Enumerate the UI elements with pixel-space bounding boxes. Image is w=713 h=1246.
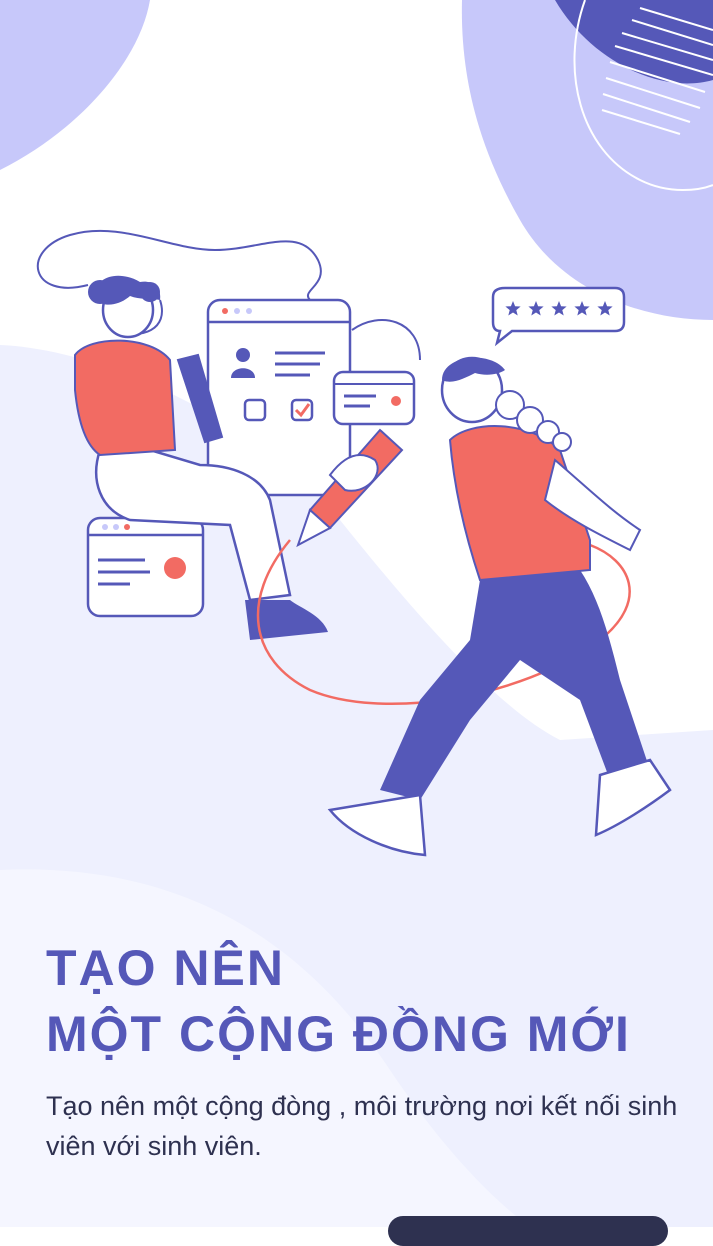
- doodle-line-right: [351, 319, 421, 361]
- seat-card: [86, 516, 205, 618]
- doodle-line: [36, 229, 322, 301]
- onboarding-description: Tạo nên một cộng đòng , môi trường nơi k…: [46, 1091, 678, 1161]
- title-line-2: MỘT CỘNG ĐỒNG MỚI: [46, 1006, 631, 1062]
- hero-illustration: [36, 229, 672, 857]
- title-line-1: TẠO NÊN: [46, 940, 285, 996]
- document-card: [206, 298, 352, 497]
- rating-bubble: [491, 286, 626, 347]
- onboarding-title: TẠO NÊN MỘT CỘNG ĐỒNG MỚI: [46, 935, 631, 1067]
- message-card: [332, 370, 416, 426]
- girl-walking: [296, 356, 672, 857]
- next-button[interactable]: [388, 1216, 668, 1246]
